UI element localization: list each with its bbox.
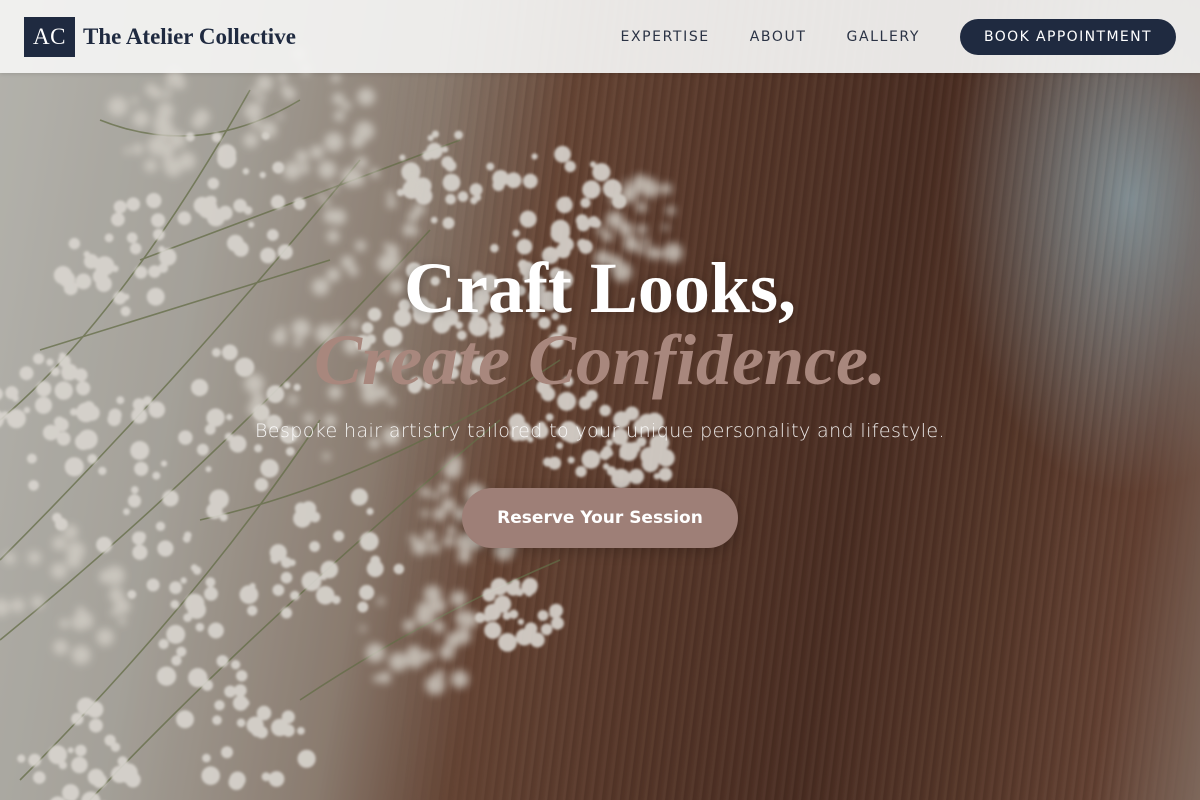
- hero-headline-line2: Create Confidence.: [314, 320, 886, 400]
- reserve-session-button[interactable]: Reserve Your Session: [462, 488, 738, 548]
- hero-section: Craft Looks, Create Confidence. Bespoke …: [0, 0, 1200, 800]
- hero-subheading: Bespoke hair artistry tailored to your u…: [255, 420, 945, 442]
- hero-headline-line1: Craft Looks,: [404, 248, 796, 328]
